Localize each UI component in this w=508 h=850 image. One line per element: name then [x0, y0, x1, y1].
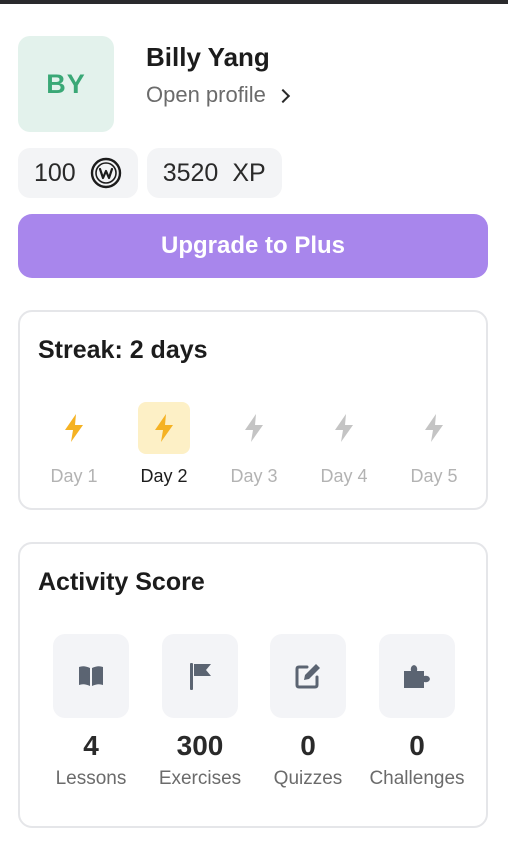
- exercises-label: Exercises: [158, 768, 242, 789]
- user-name: Billy Yang: [146, 42, 270, 72]
- lightning-icon: [425, 414, 443, 442]
- day-3-bolt-box: [228, 402, 280, 454]
- chevron-right-icon: [275, 88, 290, 104]
- activity-title: Activity Score: [38, 568, 205, 596]
- day-1-bolt-box: [48, 402, 100, 454]
- top-border: [0, 0, 508, 4]
- activity-challenges[interactable]: 0 Challenges: [363, 634, 471, 790]
- quizzes-label: Quizzes: [273, 768, 343, 789]
- streak-day-4: Day 4: [299, 402, 389, 487]
- stats-row: 100 3520 XP: [18, 148, 282, 198]
- streak-title: Streak: 2 days: [38, 336, 208, 364]
- activity-exercises[interactable]: 300 Exercises: [146, 634, 254, 790]
- day-label: Day 2: [140, 466, 188, 486]
- exercises-icon-box: [162, 634, 238, 718]
- day-2-bolt-box: [138, 402, 190, 454]
- upgrade-button[interactable]: Upgrade to Plus: [18, 214, 488, 278]
- exercises-value: 300: [176, 730, 224, 761]
- challenges-label: Challenges: [369, 768, 465, 789]
- day-label: Day 5: [410, 466, 458, 486]
- day-label: Day 4: [320, 466, 368, 486]
- open-profile-link[interactable]: Open profile: [146, 82, 290, 108]
- lightning-icon: [155, 414, 173, 442]
- profile-header: BY Billy Yang Open profile: [18, 36, 488, 132]
- xp-unit: XP: [232, 158, 266, 187]
- streak-day-5: Day 5: [389, 402, 479, 487]
- flag-icon: [190, 663, 211, 690]
- coin-icon: [90, 157, 121, 189]
- avatar[interactable]: BY: [18, 36, 114, 132]
- edit-icon: [295, 664, 320, 689]
- challenges-value: 0: [409, 730, 425, 761]
- coins-value: 100: [34, 158, 76, 187]
- open-profile-label: Open profile: [146, 82, 266, 107]
- avatar-initials: BY: [46, 68, 86, 99]
- lightning-icon: [335, 414, 353, 442]
- quizzes-value: 0: [300, 730, 316, 761]
- activity-card: Activity Score 4 Lessons 300 Exercises 0…: [18, 542, 488, 828]
- day-label: Day 3: [230, 466, 278, 486]
- xp-value: 3520: [162, 158, 219, 187]
- streak-day-3: Day 3: [209, 402, 299, 487]
- streak-card: Streak: 2 days Day 1 Day 2 Day 3 Day 4 D…: [18, 310, 488, 510]
- day-5-bolt-box: [408, 402, 460, 454]
- activity-quizzes[interactable]: 0 Quizzes: [254, 634, 362, 790]
- book-icon: [79, 666, 103, 686]
- coins-badge[interactable]: 100: [18, 148, 138, 198]
- streak-day-2: Day 2: [119, 402, 209, 487]
- lightning-icon: [245, 414, 263, 442]
- streak-day-1: Day 1: [29, 402, 119, 487]
- lessons-value: 4: [83, 730, 99, 761]
- lessons-icon-box: [53, 634, 129, 718]
- lessons-label: Lessons: [55, 768, 127, 789]
- challenges-icon-box: [379, 634, 455, 718]
- puzzle-icon: [404, 665, 430, 688]
- day-4-bolt-box: [318, 402, 370, 454]
- quizzes-icon-box: [270, 634, 346, 718]
- day-label: Day 1: [50, 466, 98, 486]
- xp-badge[interactable]: 3520 XP: [146, 148, 282, 198]
- activity-lessons[interactable]: 4 Lessons: [37, 634, 145, 790]
- lightning-icon: [65, 414, 83, 442]
